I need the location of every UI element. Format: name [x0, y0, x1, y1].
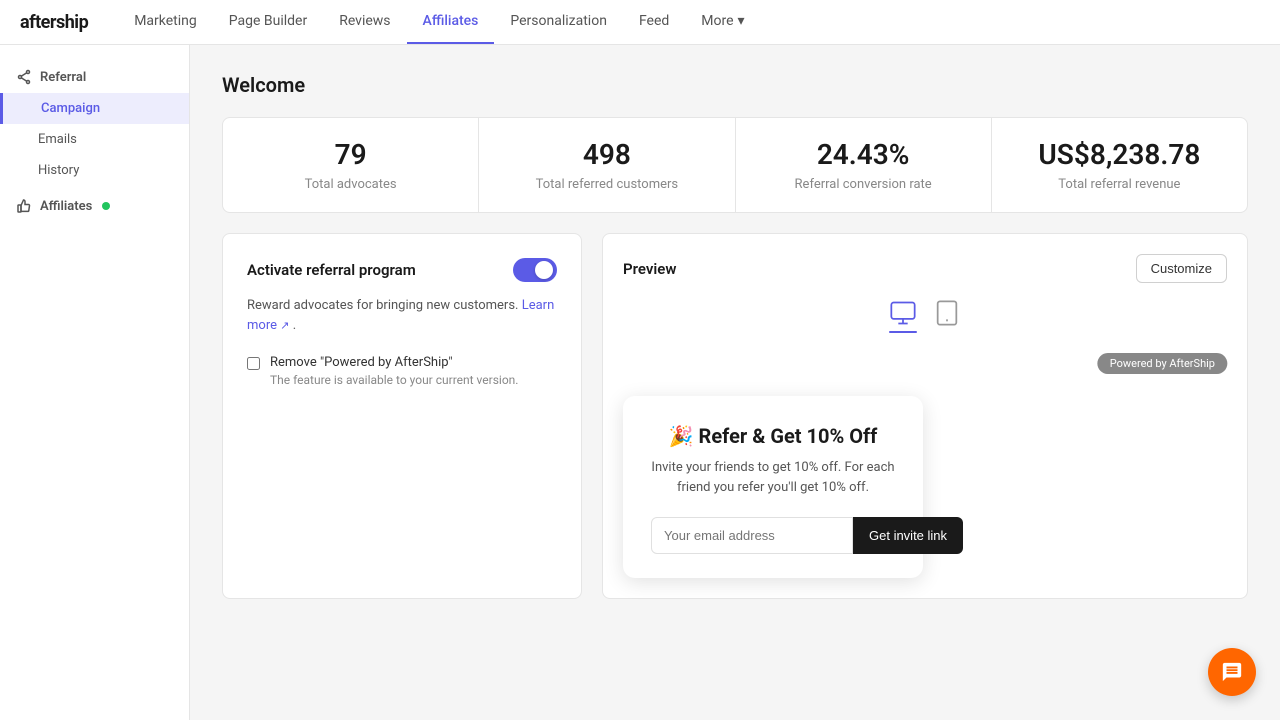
desktop-device-icon[interactable]: [889, 299, 917, 333]
stat-total-referred: 498 Total referred customers: [479, 118, 735, 212]
nav-affiliates[interactable]: Affiliates: [407, 0, 495, 44]
chat-icon: [1221, 661, 1243, 683]
checkbox-row: Remove "Powered by AfterShip" The featur…: [247, 355, 557, 387]
activate-toggle[interactable]: [513, 258, 557, 282]
external-link-icon: ↗: [280, 319, 289, 332]
stat-total-revenue: US$8,238.78 Total referral revenue: [992, 118, 1247, 212]
preview-header: Preview Customize: [623, 254, 1227, 283]
nav-page-builder[interactable]: Page Builder: [213, 0, 323, 44]
stat-label-conversion: Referral conversion rate: [760, 177, 967, 192]
nav-reviews[interactable]: Reviews: [323, 0, 406, 44]
customize-button[interactable]: Customize: [1136, 254, 1227, 283]
stat-value-advocates: 79: [247, 138, 454, 171]
stat-label-revenue: Total referral revenue: [1016, 177, 1223, 192]
nav-more[interactable]: More ▾: [685, 0, 760, 44]
activate-card: Activate referral program Reward advocat…: [222, 233, 582, 599]
nav-personalization[interactable]: Personalization: [494, 0, 623, 44]
bottom-row: Activate referral program Reward advocat…: [222, 233, 1248, 599]
stat-label-advocates: Total advocates: [247, 177, 454, 192]
sidebar-item-emails[interactable]: Emails: [0, 124, 189, 155]
stat-value-conversion: 24.43%: [760, 138, 967, 171]
preview-title: Preview: [623, 260, 676, 278]
widget-email-input[interactable]: [651, 517, 853, 554]
widget-invite-button[interactable]: Get invite link: [853, 517, 963, 554]
share-icon: [16, 69, 32, 85]
preview-widget-wrap: Powered by AfterShip 🎉 Refer & Get 10% O…: [623, 353, 1227, 578]
sidebar-item-history[interactable]: History: [0, 155, 189, 186]
powered-by-badge: Powered by AfterShip: [1098, 353, 1227, 374]
activate-description: Reward advocates for bringing new custom…: [247, 296, 557, 335]
preview-card: Preview Customize: [602, 233, 1248, 599]
stat-value-referred: 498: [503, 138, 710, 171]
widget-title: 🎉 Refer & Get 10% Off: [651, 424, 895, 448]
stat-conversion-rate: 24.43% Referral conversion rate: [736, 118, 992, 212]
top-nav: aftership Marketing Page Builder Reviews…: [0, 0, 1280, 45]
nav-feed[interactable]: Feed: [623, 0, 685, 44]
page-title: Welcome: [222, 73, 1248, 97]
sidebar-referral-group[interactable]: Referral: [0, 61, 189, 93]
stat-label-referred: Total referred customers: [503, 177, 710, 192]
stat-value-revenue: US$8,238.78: [1016, 138, 1223, 171]
toggle-slider: [513, 258, 557, 282]
tablet-icon: [933, 299, 961, 327]
sidebar: Referral Campaign Emails History Affilia…: [0, 45, 190, 720]
activate-title: Activate referral program: [247, 261, 416, 279]
remove-powered-by-checkbox[interactable]: [247, 357, 260, 370]
monitor-icon: [889, 299, 917, 327]
stat-total-advocates: 79 Total advocates: [223, 118, 479, 212]
nav-marketing[interactable]: Marketing: [118, 0, 213, 44]
chevron-down-icon: ▾: [738, 13, 745, 29]
logo: aftership: [20, 12, 88, 33]
layout: Referral Campaign Emails History Affilia…: [0, 45, 1280, 720]
sidebar-item-campaign[interactable]: Campaign: [0, 93, 189, 124]
device-icons: [623, 299, 1227, 333]
preview-content: Powered by AfterShip 🎉 Refer & Get 10% O…: [623, 353, 1227, 578]
preview-widget: 🎉 Refer & Get 10% Off Invite your friend…: [623, 396, 923, 578]
main-content: Welcome 79 Total advocates 498 Total ref…: [190, 45, 1280, 720]
widget-input-row: Get invite link: [651, 517, 895, 554]
desktop-active-underline: [889, 331, 917, 333]
nav-links: Marketing Page Builder Reviews Affiliate…: [118, 0, 760, 44]
checkbox-sublabel: The feature is available to your current…: [270, 373, 518, 387]
sidebar-affiliates-group[interactable]: Affiliates: [0, 190, 189, 222]
activate-header: Activate referral program: [247, 258, 557, 282]
stats-row: 79 Total advocates 498 Total referred cu…: [222, 117, 1248, 213]
sidebar-referral-section: Referral Campaign Emails History: [0, 61, 189, 186]
affiliates-notification-dot: [102, 202, 110, 210]
checkbox-text: Remove "Powered by AfterShip" The featur…: [270, 355, 518, 387]
thumbs-up-icon: [16, 198, 32, 214]
checkbox-label: Remove "Powered by AfterShip": [270, 355, 518, 370]
chat-button[interactable]: [1208, 648, 1256, 696]
tablet-device-icon[interactable]: [933, 299, 961, 333]
widget-description: Invite your friends to get 10% off. For …: [651, 458, 895, 497]
